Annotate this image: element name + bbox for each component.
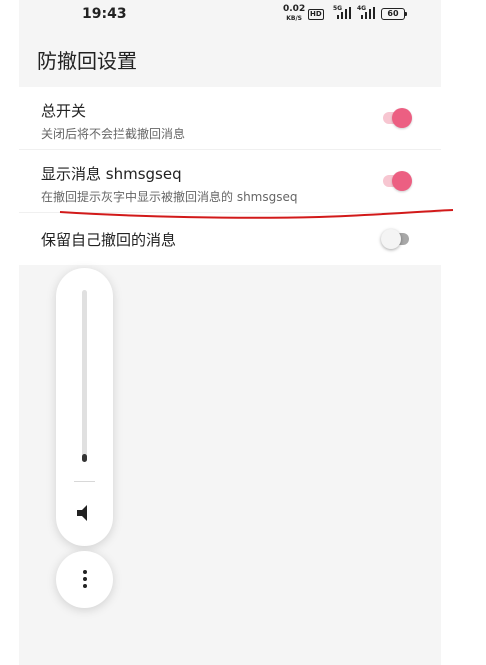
hd-badge: HD (308, 9, 324, 20)
signal-icon-2: 4G (357, 5, 375, 19)
signal-icon: 5G (333, 5, 351, 19)
sim1-label: 5G (333, 5, 343, 12)
setting-title: 保留自己撤回的消息 (41, 231, 177, 249)
annotation-underline (59, 209, 454, 219)
show-shmsgseq-toggle[interactable] (383, 171, 412, 191)
setting-row-show-shmsgseq[interactable]: 显示消息 shmsgseq 在撤回提示灰字中显示被撤回消息的 shmsgseq (19, 150, 441, 213)
page-title: 防撤回设置 (37, 49, 137, 73)
setting-row-master-switch[interactable]: 总开关 关闭后将不会拦截撤回消息 (19, 87, 441, 150)
network-speed-unit: KB/S (286, 15, 302, 22)
speaker-icon[interactable] (75, 504, 95, 522)
keep-own-recalled-toggle[interactable] (381, 229, 409, 249)
sim2-label: 4G (357, 5, 367, 12)
more-vertical-icon (82, 570, 87, 590)
setting-subtitle: 在撤回提示灰字中显示被撤回消息的 shmsgseq (41, 190, 298, 204)
setting-title: 显示消息 shmsgseq (41, 165, 182, 183)
settings-list: 总开关 关闭后将不会拦截撤回消息 显示消息 shmsgseq 在撤回提示灰字中显… (19, 87, 441, 265)
status-time: 19:43 (82, 6, 127, 22)
setting-subtitle: 关闭后将不会拦截撤回消息 (41, 127, 186, 141)
network-speed-value: 0.02 (283, 4, 306, 14)
setting-title: 总开关 (41, 102, 87, 120)
screen: 19:43 0.02 KB/S HD 5G 4G 60 防撤回设置 总开关 关闭… (19, 0, 454, 665)
volume-panel (56, 268, 113, 546)
volume-slider[interactable] (82, 290, 87, 462)
volume-more-button[interactable] (56, 551, 113, 608)
status-bar: 19:43 0.02 KB/S HD 5G 4G 60 (19, 0, 441, 30)
volume-slider-fill (82, 454, 87, 462)
battery-icon: 60 (381, 8, 407, 20)
master-switch-toggle[interactable] (383, 108, 412, 128)
network-speed: 0.02 KB/S (283, 5, 305, 23)
battery-level: 60 (387, 9, 399, 18)
volume-divider (74, 481, 95, 482)
